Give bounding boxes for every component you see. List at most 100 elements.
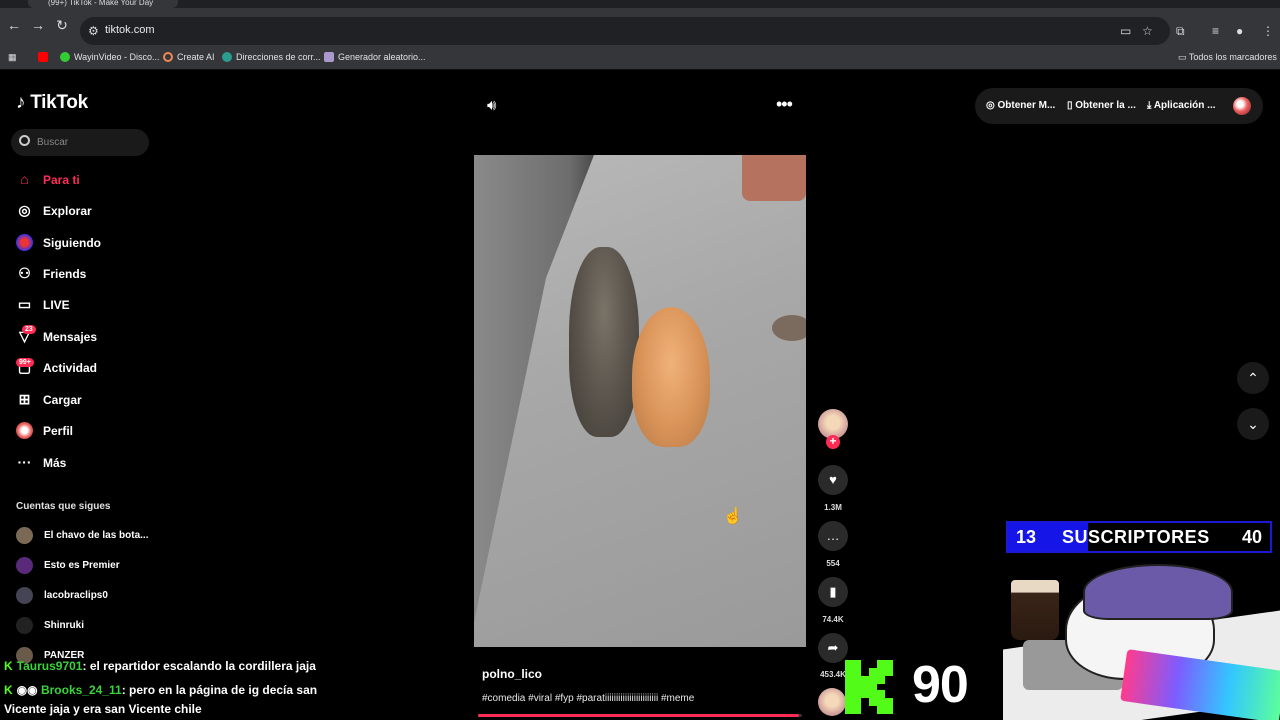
video-frame-pot (742, 155, 806, 201)
sidebar-item-actividad[interactable]: ▢ Actividad 99+ (16, 356, 156, 380)
coin-icon: ◎ (986, 100, 998, 111)
kick-badge-icon: K (4, 683, 13, 697)
chevron-up-icon: ⌃ (1247, 370, 1259, 386)
install-app-icon[interactable]: ▭ (1120, 24, 1131, 38)
more-icon: ··· (17, 454, 32, 470)
get-app-button[interactable]: ▯ Obtener la ... (1067, 100, 1136, 111)
save-count: 74.4K (822, 615, 844, 624)
like-button[interactable]: ♥ (818, 465, 848, 495)
bookmark-star-icon[interactable]: ☆ (1142, 24, 1153, 38)
forward-icon[interactable]: → (29, 17, 47, 33)
profile-avatar[interactable] (1233, 97, 1251, 115)
home-icon: ⌂ (20, 171, 29, 187)
volume-icon[interactable]: 🔊︎ (487, 97, 496, 114)
tiktok-logo[interactable]: ♪ TikTok (16, 92, 88, 114)
bookmark-direcciones[interactable]: Direcciones de corr... (222, 52, 321, 62)
comment-count: 554 (826, 559, 840, 568)
desktop-app-button[interactable]: ⤓ Aplicación ... (1147, 100, 1216, 111)
subs-label: SUSCRIPTORES (1062, 527, 1210, 547)
apps-grid-icon[interactable]: ▦ (8, 52, 17, 63)
extensions-icon[interactable]: ⧉ (1176, 24, 1185, 39)
hand-cursor-icon: ☝ (723, 508, 743, 525)
video-progress-bar[interactable] (478, 714, 802, 717)
youtube-icon (38, 52, 48, 62)
bookmark-icon: ▮ (829, 584, 837, 599)
activity-badge: 99+ (16, 358, 34, 367)
comment-icon: … (826, 528, 840, 543)
subs-current: 13 (1016, 527, 1037, 547)
chat-message-continued: Vicente jaja y era san Vicente chile (4, 702, 202, 716)
sidebar-item-mensajes[interactable]: ▽ Mensajes 23 (16, 325, 156, 349)
sidebar-item-live[interactable]: ▭ LIVE (16, 293, 156, 317)
bookmark-create-ai[interactable]: Create AI (163, 52, 215, 62)
sound-avatar[interactable] (818, 688, 846, 716)
video-author[interactable]: polno_lico (482, 667, 542, 681)
streamer-avatar-art (1003, 560, 1280, 720)
sidebar-item-explorar[interactable]: ◎ Explorar (16, 199, 156, 223)
avatar (16, 617, 33, 634)
avatar (16, 557, 33, 574)
site-info-icon[interactable]: ⚙ (88, 24, 99, 38)
kick-badge-icon: K (4, 659, 13, 673)
sidebar-item-friends[interactable]: ⚇ Friends (16, 262, 156, 286)
kick-logo-icon (845, 660, 893, 714)
browser-tab[interactable]: (99+) TikTok - Make Your Day (28, 0, 178, 8)
followed-account[interactable]: lacobraclips0 (16, 585, 156, 605)
avatar (16, 587, 33, 604)
save-button[interactable]: ▮ (818, 577, 848, 607)
followed-account[interactable]: Shinruki (16, 615, 156, 635)
create-ai-icon (163, 52, 173, 62)
bookmark-wayinvideo[interactable]: WayinVideo - Disco... (60, 52, 160, 62)
more-options-icon[interactable]: ••• (776, 94, 793, 115)
followed-account[interactable]: El chavo de las bota... (16, 525, 156, 545)
video-caption: #comedia #viral #fyp #paratiiiiiiiiiiiii… (482, 693, 695, 704)
address-bar[interactable] (80, 17, 1170, 45)
bookmark-youtube[interactable] (38, 52, 52, 62)
chat-message: K ◉◉ Brooks_24_11: pero en la página de i… (4, 683, 318, 697)
sidebar-item-mas[interactable]: ··· Más (16, 451, 156, 475)
upload-icon: ⊞ (18, 391, 31, 407)
video-player[interactable] (474, 155, 806, 647)
previous-video-button[interactable]: ⌃ (1237, 362, 1269, 394)
comment-button[interactable]: … (818, 521, 848, 551)
generador-icon (324, 52, 334, 62)
url-text[interactable]: tiktok.com (105, 24, 155, 36)
cap-illustration (1083, 564, 1233, 620)
get-m-button[interactable]: ◎ Obtener M... (986, 100, 1055, 111)
browser-profile-icon[interactable]: ● (1236, 24, 1243, 38)
followed-account[interactable]: Esto es Premier (16, 555, 156, 575)
following-accounts-title: Cuentas que sigues (16, 501, 111, 512)
sidebar-item-cargar[interactable]: ⊞ Cargar (16, 388, 156, 412)
media-icon[interactable]: ≡ (1212, 24, 1219, 38)
share-button[interactable]: ➦ (818, 633, 848, 663)
subs-goal: 40 (1241, 527, 1262, 547)
like-count: 1.3M (824, 503, 842, 512)
follow-button[interactable]: + (826, 435, 840, 449)
reload-icon[interactable]: ↻ (53, 17, 71, 34)
following-icon (16, 234, 33, 251)
bookmark-generador[interactable]: Generador aleatorio... (324, 52, 426, 62)
back-icon[interactable]: ← (5, 17, 23, 33)
search-box[interactable] (11, 129, 149, 156)
download-icon: ⤓ (1147, 100, 1154, 111)
all-bookmarks[interactable]: ▭ Todos los marcadores (1178, 52, 1277, 63)
compass-icon: ◎ (18, 202, 31, 218)
video-frame-drain (772, 315, 806, 341)
folder-icon: ▭ (1178, 52, 1189, 62)
live-icon: ▭ (17, 296, 32, 312)
messages-badge: 23 (22, 325, 36, 334)
search-input[interactable] (37, 134, 142, 151)
kick-follower-count: 90 (912, 656, 969, 714)
sidebar-item-perfil[interactable]: Perfil (16, 419, 156, 443)
sidebar-item-para-ti[interactable]: ⌂ Para ti (16, 168, 156, 192)
wayinvideo-icon (60, 52, 70, 62)
sidebar-item-siguiendo[interactable]: Siguiendo (16, 231, 156, 255)
browser-menu-icon[interactable]: ⋮ (1262, 24, 1274, 38)
coffee-mug-illustration (1011, 580, 1059, 640)
next-video-button[interactable]: ⌄ (1237, 408, 1269, 440)
heart-icon: ♥ (829, 472, 837, 487)
chat-message: K Taurus9701: el repartidor escalando la … (4, 659, 316, 673)
emote-icons: ◉◉ (16, 683, 41, 697)
friends-icon: ⚇ (18, 265, 31, 281)
subscriber-goal: 13 SUSCRIPTORES 40 (1006, 521, 1272, 553)
